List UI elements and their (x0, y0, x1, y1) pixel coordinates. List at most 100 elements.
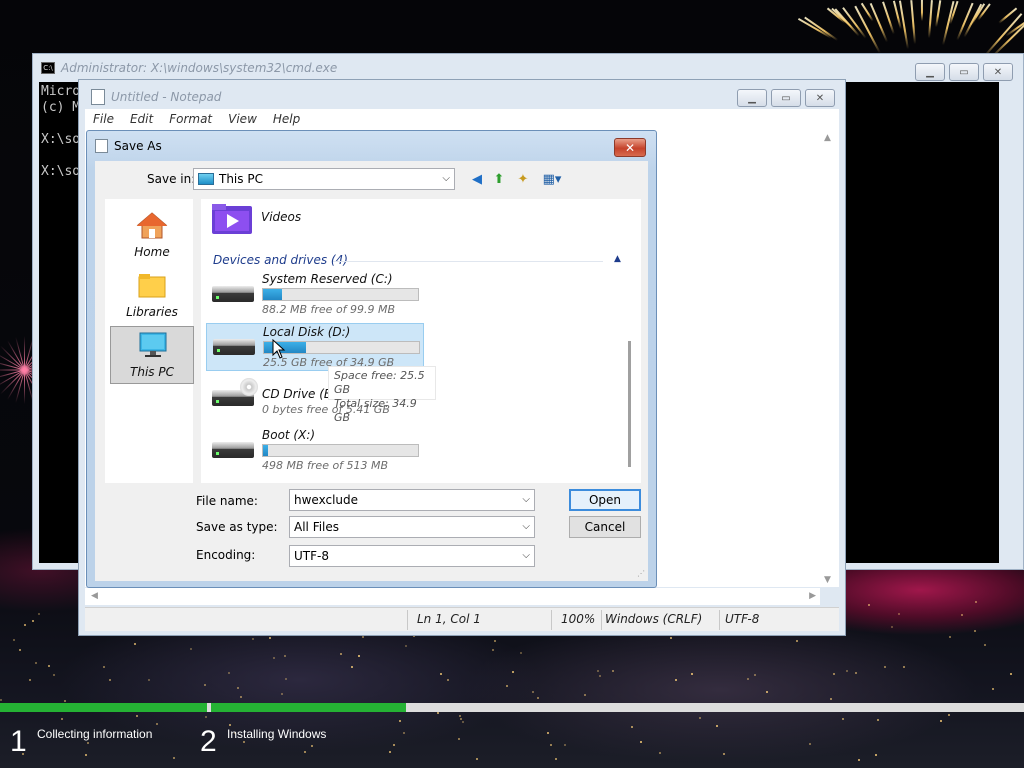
city-light (29, 679, 31, 681)
city-light (13, 639, 15, 641)
city-light (269, 637, 271, 639)
step1-number: 1 (10, 725, 27, 758)
file-name-label: File name: (196, 494, 258, 508)
list-item-drive-c[interactable]: System Reserved (C:) 88.2 MB free of 99.… (206, 271, 424, 319)
city-light (494, 640, 496, 642)
menu-help[interactable]: Help (273, 112, 300, 126)
save-in-dropdown[interactable]: This PC ⌵ (193, 168, 455, 190)
cmd-titlebar[interactable]: C:\ Administrator: X:\windows\system32\c… (33, 54, 1023, 82)
scroll-left-arrow-icon[interactable]: ◀ (91, 591, 98, 601)
save-as-titlebar[interactable]: Save As (95, 139, 162, 153)
file-name-value: hwexclude (294, 493, 359, 507)
notepad-close-button[interactable]: ✕ (805, 89, 835, 107)
city-light (228, 672, 230, 674)
chevron-down-icon[interactable]: ⌵ (522, 494, 530, 505)
file-list[interactable]: Videos Devices and drives (4) ▲ System R… (201, 199, 641, 483)
city-light (975, 601, 977, 603)
chevron-down-icon: ⌵ (522, 550, 530, 561)
city-light (405, 645, 407, 647)
open-button[interactable]: Open (569, 489, 641, 511)
save-as-type-label: Save as type: (196, 520, 278, 534)
list-item-drive-d[interactable]: Local Disk (D:) 25.5 GB free of 34.9 GB (206, 323, 424, 371)
devices-group-header[interactable]: Devices and drives (4) (213, 253, 348, 267)
setup-progress: 1 Collecting information 2 Installing Wi… (0, 703, 1024, 768)
cancel-button[interactable]: Cancel (569, 516, 641, 538)
city-light (32, 620, 34, 622)
city-light (362, 636, 364, 638)
city-light (24, 624, 26, 626)
list-item-drive-x[interactable]: Boot (X:) 498 MB free of 513 MB (206, 427, 424, 475)
firework-spark (935, 0, 942, 28)
cmd-maximize-button[interactable]: ▭ (949, 63, 979, 81)
file-name-input[interactable]: hwexclude ⌵ (289, 489, 535, 511)
city-light (358, 655, 360, 657)
this-pc-icon (198, 173, 214, 185)
mouse-cursor-icon (272, 339, 286, 359)
up-folder-icon[interactable]: ⬆ (490, 170, 508, 188)
notepad-vertical-scrollbar[interactable]: ▲ ▼ (820, 129, 837, 587)
hard-drive-icon (213, 339, 255, 355)
videos-folder-icon (212, 204, 252, 234)
place-libraries[interactable]: Libraries (110, 267, 194, 325)
menu-format[interactable]: Format (169, 112, 212, 126)
city-light (903, 666, 905, 668)
file-list-scrollbar-thumb[interactable] (628, 341, 631, 467)
city-light (252, 638, 254, 640)
scroll-down-arrow-icon[interactable]: ▼ (824, 575, 831, 585)
place-this-pc[interactable]: This PC (110, 326, 194, 384)
tooltip-total-size: Total size: 34.9 GB (334, 397, 417, 424)
city-light (506, 685, 508, 687)
dialog-close-button[interactable]: ✕ (614, 138, 646, 157)
notepad-horizontal-scrollbar[interactable]: ◀ ▶ (85, 588, 820, 605)
view-menu-icon[interactable]: ▦▾ (539, 170, 565, 188)
drive-tooltip: Space free: 25.5 GB Total size: 34.9 GB (328, 366, 436, 424)
city-light (38, 613, 40, 615)
city-light (984, 644, 986, 646)
city-light (351, 666, 353, 668)
save-in-value: This PC (219, 172, 263, 186)
resize-grip-icon[interactable]: ⋰ (637, 569, 645, 578)
city-light (447, 679, 449, 681)
step2-number: 2 (200, 725, 217, 758)
cmd-minimize-button[interactable]: ▁ (915, 63, 945, 81)
drive-usage-bar (262, 288, 419, 301)
status-encoding: UTF-8 (725, 612, 760, 626)
encoding-value: UTF-8 (294, 549, 329, 563)
city-light (855, 672, 857, 674)
notepad-app-icon (91, 89, 105, 105)
firework-spark (928, 0, 933, 39)
city-light (281, 693, 283, 695)
encoding-dropdown[interactable]: UTF-8 ⌵ (289, 545, 535, 567)
step2-label: Installing Windows (227, 727, 327, 741)
notepad-minimize-button[interactable]: ▁ (737, 89, 767, 107)
drive-free-space: 498 MB free of 513 MB (262, 459, 389, 472)
city-light (868, 604, 870, 606)
new-folder-icon[interactable]: ✦ (514, 170, 532, 188)
scroll-right-arrow-icon[interactable]: ▶ (809, 591, 816, 601)
back-icon[interactable]: ◀ (468, 170, 486, 188)
cmd-close-button[interactable]: ✕ (983, 63, 1013, 81)
city-light (53, 674, 55, 676)
progress-step1-bar (0, 703, 207, 712)
city-light (537, 697, 539, 699)
place-home-label: Home (134, 245, 170, 259)
step1-label: Collecting information (37, 727, 153, 741)
list-item-videos[interactable]: Videos (209, 201, 429, 235)
notepad-title: Untitled - Notepad (111, 90, 222, 104)
city-light (237, 687, 239, 689)
place-home[interactable]: Home (110, 207, 194, 265)
city-light (240, 696, 242, 698)
collapse-group-icon[interactable]: ▲ (614, 254, 621, 264)
scroll-up-arrow-icon[interactable]: ▲ (824, 133, 831, 143)
drive-free-space: 88.2 MB free of 99.9 MB (262, 303, 396, 316)
menu-view[interactable]: View (228, 112, 257, 126)
save-as-dialog[interactable]: Save As ✕ Save in: This PC ⌵ ◀ ⬆ ✦ ▦▾ Ho… (86, 130, 657, 588)
drive-usage-bar (263, 341, 420, 354)
city-light (340, 653, 342, 655)
city-light (532, 691, 534, 693)
menu-edit[interactable]: Edit (130, 112, 153, 126)
city-light (520, 652, 522, 654)
menu-file[interactable]: File (93, 112, 114, 126)
notepad-maximize-button[interactable]: ▭ (771, 89, 801, 107)
save-as-type-dropdown[interactable]: All Files ⌵ (289, 516, 535, 538)
